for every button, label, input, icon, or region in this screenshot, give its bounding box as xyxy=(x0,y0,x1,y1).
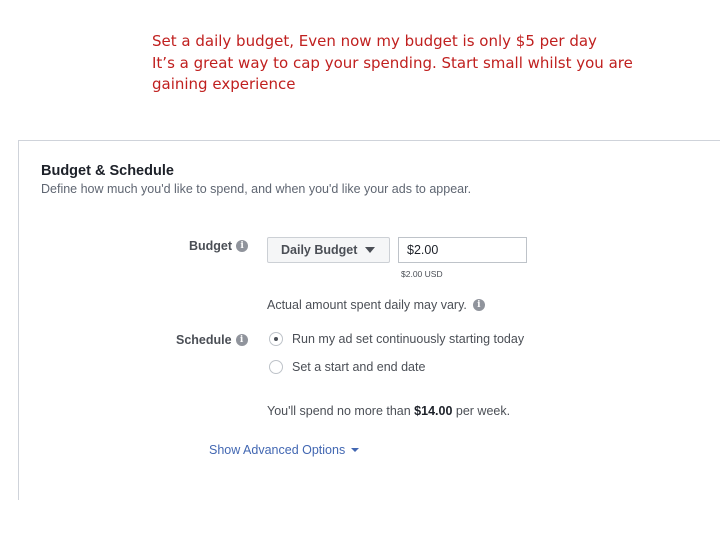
advanced-options-label: Show Advanced Options xyxy=(209,443,346,457)
schedule-option-continuous[interactable]: Run my ad set continuously starting toda… xyxy=(269,332,524,346)
budget-label: Budget xyxy=(189,239,233,253)
vary-info-icon[interactable]: i xyxy=(472,299,485,311)
radio-unchecked-icon[interactable] xyxy=(269,360,283,374)
schedule-option-label: Run my ad set continuously starting toda… xyxy=(292,332,525,346)
budget-vary-note: Actual amount spent daily may vary. xyxy=(267,298,467,312)
budget-amount-input[interactable] xyxy=(398,237,527,263)
instruction-caption: Set a daily budget, Even now my budget i… xyxy=(152,31,692,96)
schedule-label-row: Schedule i xyxy=(176,333,248,347)
spend-amount: $14.00 xyxy=(414,404,453,418)
schedule-info-icon[interactable]: i xyxy=(235,334,248,346)
caption-line-1: Set a daily budget, Even now my budget i… xyxy=(152,32,597,50)
budget-info-icon[interactable]: i xyxy=(236,240,249,252)
schedule-option-label: Set a start and end date xyxy=(292,360,426,374)
spend-prefix: You'll spend no more than xyxy=(267,404,415,418)
schedule-label: Schedule xyxy=(176,333,232,347)
chevron-down-icon xyxy=(351,448,360,452)
budget-schedule-panel: Budget & Schedule Define how much you'd … xyxy=(18,140,720,500)
spend-suffix: per week. xyxy=(452,404,511,418)
panel-subtitle: Define how much you'd like to spend, and… xyxy=(41,182,472,196)
caption-line-3: gaining experience xyxy=(152,75,296,93)
schedule-option-start-end[interactable]: Set a start and end date xyxy=(269,360,425,374)
caption-line-2: It’s a great way to cap your spending. S… xyxy=(152,53,633,72)
budget-type-value: Daily Budget xyxy=(281,243,358,257)
budget-type-dropdown[interactable]: Daily Budget xyxy=(267,237,390,263)
weekly-spend-summary: You'll spend no more than $14.00 per wee… xyxy=(267,404,510,418)
chevron-down-icon xyxy=(365,247,376,253)
budget-usd-note: $2.00 USD xyxy=(401,269,443,279)
budget-label-row: Budget i xyxy=(189,239,249,253)
panel-title: Budget & Schedule xyxy=(41,163,174,179)
radio-checked-icon[interactable] xyxy=(269,332,283,346)
show-advanced-options-link[interactable]: Show Advanced Options xyxy=(209,443,360,457)
budget-vary-note-row: Actual amount spent daily may vary. i xyxy=(267,298,485,312)
